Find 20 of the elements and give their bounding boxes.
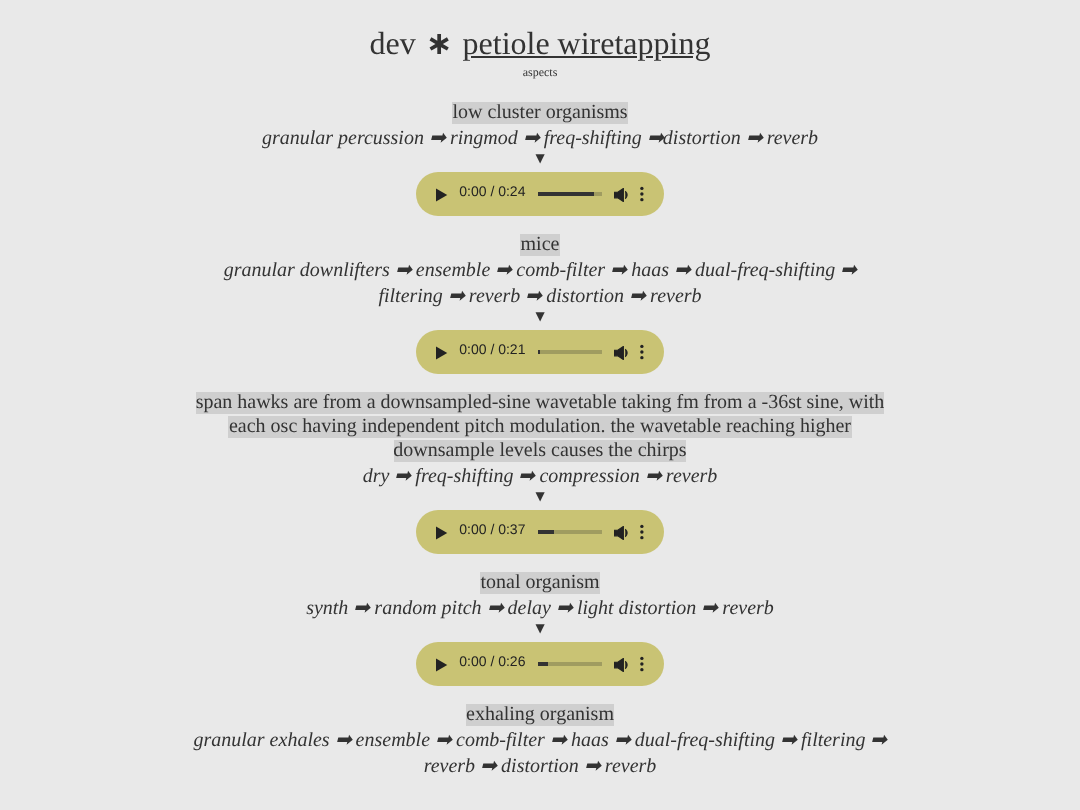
section-title: low cluster organisms xyxy=(452,102,628,126)
play-icon[interactable] xyxy=(436,525,448,539)
effects-chain: granular percussion ➡ ringmod ➡ freq-shifting ➡distortion ➡ reverb xyxy=(261,126,819,152)
section-title: exhaling organism xyxy=(466,704,614,728)
volume-icon[interactable] xyxy=(613,345,629,359)
effects-chain: dry ➡ freq-shifting ➡ compression ➡ reverb xyxy=(362,464,718,490)
play-icon[interactable] xyxy=(436,657,448,671)
page-title-link[interactable]: petiole wiretapping xyxy=(462,26,711,66)
effects-chain: granular downlifters ➡ ensemble ➡ comb-filter ➡ haas ➡ dual-freq-shifting ➡ filtering ➡ reverb ➡ distortion ➡ reverb xyxy=(221,258,860,310)
volume-icon[interactable] xyxy=(613,657,629,671)
volume-icon[interactable] xyxy=(613,187,629,201)
asterisk-separator: ∗ xyxy=(425,24,453,64)
section-title: mice xyxy=(520,234,560,258)
effects-chain: granular exhales ➡ ensemble ➡ comb-filter ➡ haas ➡ dual-freq-shifting ➡ filtering ➡ reverb ➡ distortion ➡ reverb xyxy=(191,728,890,780)
volume-icon[interactable] xyxy=(613,525,629,539)
effects-chain: synth ➡ random pitch ➡ delay ➡ light distortion ➡ reverb xyxy=(306,596,774,622)
site-title: dev xyxy=(369,26,416,66)
play-icon[interactable] xyxy=(436,345,448,359)
section-title: tonal organism xyxy=(480,572,600,596)
play-icon[interactable] xyxy=(436,187,448,201)
